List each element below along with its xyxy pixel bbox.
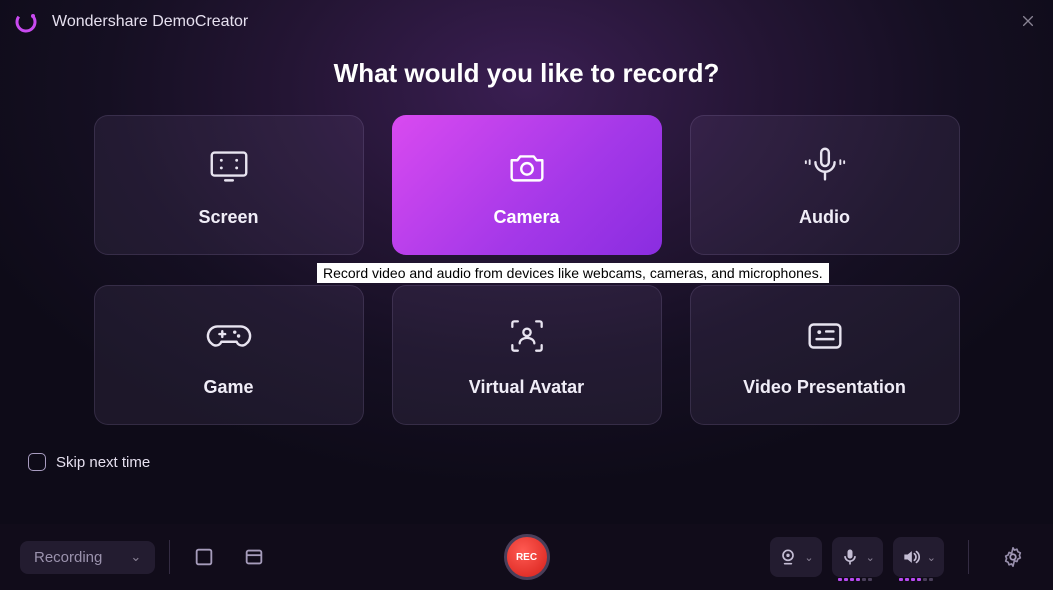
record-options-grid: Screen Camera Audio Game Virtual Avatar … [0, 115, 1053, 425]
speaker-level-indicator [899, 578, 933, 581]
divider [169, 540, 170, 574]
chevron-down-icon: ⌄ [130, 549, 141, 565]
option-label: Game [203, 377, 253, 398]
webcam-toggle[interactable]: ⌄ [770, 537, 821, 577]
chevron-down-icon: ⌄ [804, 551, 813, 564]
mode-select-label: Recording [34, 549, 102, 566]
skip-label: Skip next time [56, 454, 150, 471]
chevron-down-icon: ⌄ [927, 551, 936, 564]
option-label: Camera [493, 207, 559, 228]
option-camera[interactable]: Camera [392, 115, 662, 255]
close-button[interactable] [1021, 14, 1037, 30]
skip-checkbox[interactable] [28, 453, 46, 471]
gear-icon [1002, 546, 1024, 568]
option-video-presentation[interactable]: Video Presentation [690, 285, 960, 425]
mode-select[interactable]: Recording ⌄ [20, 541, 155, 574]
chevron-down-icon: ⌄ [866, 551, 875, 564]
microphone-toggle[interactable]: ⌄ [832, 537, 883, 577]
record-button-label: REC [516, 552, 537, 563]
speaker-toggle[interactable]: ⌄ [893, 537, 944, 577]
gamepad-icon [206, 313, 252, 359]
avatar-scan-icon [504, 313, 550, 359]
window-select-button[interactable] [234, 537, 274, 577]
option-label: Video Presentation [743, 377, 906, 398]
bottom-toolbar: Recording ⌄ REC ⌄ ⌄ ⌄ [0, 524, 1053, 590]
right-controls: ⌄ ⌄ ⌄ [770, 537, 1033, 577]
record-button[interactable]: REC [504, 534, 550, 580]
settings-button[interactable] [993, 537, 1033, 577]
webcam-icon [778, 547, 798, 567]
microphone-icon [840, 547, 860, 567]
option-label: Screen [198, 207, 258, 228]
option-label: Virtual Avatar [469, 377, 584, 398]
skip-next-time[interactable]: Skip next time [28, 453, 1053, 471]
app-logo-icon [14, 10, 38, 34]
option-game[interactable]: Game [94, 285, 364, 425]
microphone-icon [802, 143, 848, 189]
tooltip: Record video and audio from devices like… [317, 263, 829, 283]
option-screen[interactable]: Screen [94, 115, 364, 255]
mic-level-indicator [838, 578, 872, 581]
option-audio[interactable]: Audio [690, 115, 960, 255]
presentation-icon [802, 313, 848, 359]
fullscreen-button[interactable] [184, 537, 224, 577]
page-heading: What would you like to record? [0, 58, 1053, 89]
camera-icon [504, 143, 550, 189]
title-bar: Wondershare DemoCreator [0, 0, 1053, 44]
divider [968, 540, 969, 574]
app-title: Wondershare DemoCreator [52, 13, 248, 31]
option-virtual-avatar[interactable]: Virtual Avatar [392, 285, 662, 425]
screen-icon [206, 143, 252, 189]
speaker-icon [901, 547, 921, 567]
option-label: Audio [799, 207, 850, 228]
